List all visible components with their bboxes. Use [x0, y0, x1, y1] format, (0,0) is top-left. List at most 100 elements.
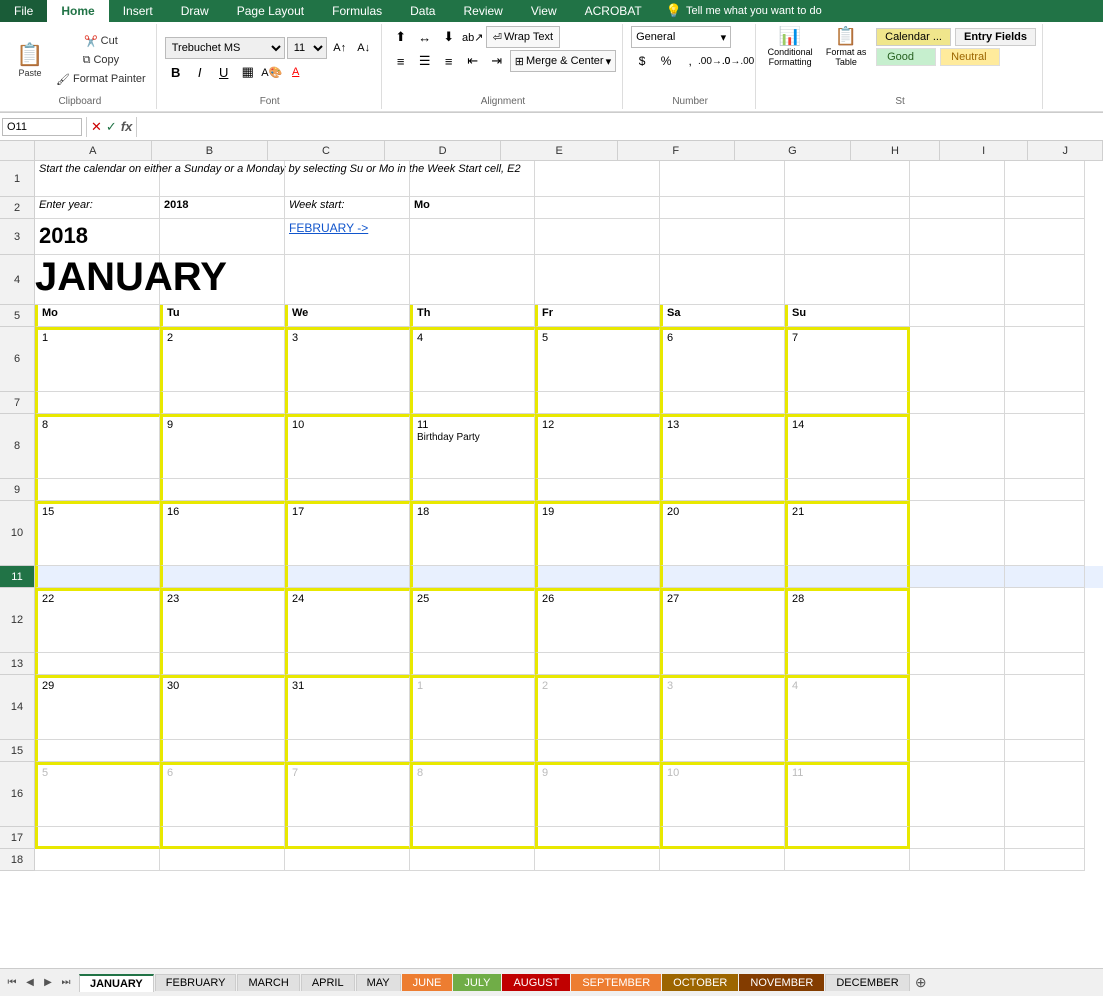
tab-june[interactable]: JUNE [402, 974, 453, 991]
cell-b5[interactable]: Mo [35, 305, 160, 327]
row-num-9[interactable]: 9 [0, 479, 35, 501]
align-right-button[interactable]: ≡ [438, 50, 460, 72]
cell-j15[interactable] [1005, 740, 1085, 762]
cell-i14[interactable] [910, 675, 1005, 740]
cell-h14[interactable]: 4 [785, 675, 910, 740]
cell-c7[interactable] [160, 392, 285, 414]
cell-d12[interactable]: 24 [285, 588, 410, 653]
cell-c10[interactable]: 16 [160, 501, 285, 566]
cell-j7[interactable] [1005, 392, 1085, 414]
cell-g17[interactable] [660, 827, 785, 849]
cell-h18[interactable] [785, 849, 910, 871]
nav-last-arrow[interactable]: ⏭ [58, 975, 74, 991]
cell-i2[interactable] [910, 197, 1005, 219]
cell-d15[interactable] [285, 740, 410, 762]
tab-view[interactable]: View [517, 0, 571, 22]
italic-button[interactable]: I [189, 61, 211, 83]
cell-g8[interactable]: 13 [660, 414, 785, 479]
conditional-formatting-button[interactable]: 📊 Conditional Formatting [764, 26, 816, 67]
cell-j18[interactable] [1005, 849, 1085, 871]
cell-h6[interactable]: 7 [785, 327, 910, 392]
cancel-formula-icon[interactable]: ✕ [91, 119, 102, 135]
row-num-2[interactable]: 2 [0, 197, 35, 219]
cell-i13[interactable] [910, 653, 1005, 675]
cell-i17[interactable] [910, 827, 1005, 849]
add-sheet-button[interactable]: ⊕ [911, 973, 931, 993]
cell-h15[interactable] [785, 740, 910, 762]
cell-h8[interactable]: 14 [785, 414, 910, 479]
cell-f3[interactable] [535, 219, 660, 255]
cell-e8[interactable]: 11Birthday Party [410, 414, 535, 479]
nav-next-arrow[interactable]: ▶ [40, 975, 56, 991]
row-num-4[interactable]: 4 [0, 255, 35, 305]
cell-f5[interactable]: Fr [535, 305, 660, 327]
cell-g9[interactable] [660, 479, 785, 501]
cell-g16[interactable]: 10 [660, 762, 785, 827]
cell-e6[interactable]: 4 [410, 327, 535, 392]
tab-page-layout[interactable]: Page Layout [223, 0, 318, 22]
col-header-f[interactable]: F [618, 141, 735, 161]
cell-i3[interactable] [910, 219, 1005, 255]
row-num-15[interactable]: 15 [0, 740, 35, 762]
cell-ref-input[interactable] [2, 118, 82, 136]
border-button[interactable]: ▦ [237, 61, 259, 83]
cell-c14[interactable]: 30 [160, 675, 285, 740]
cell-c16[interactable]: 6 [160, 762, 285, 827]
cell-c1[interactable] [160, 161, 285, 197]
cell-f2[interactable] [535, 197, 660, 219]
cell-b11[interactable] [35, 566, 160, 588]
cell-d3[interactable]: FEBRUARY -> [285, 219, 410, 255]
tab-january[interactable]: JANUARY [79, 974, 154, 992]
cell-j4[interactable] [1005, 255, 1085, 305]
tab-september[interactable]: SEPTEMBER [571, 974, 661, 991]
tab-acrobat[interactable]: ACROBAT [571, 0, 656, 22]
cell-g12[interactable]: 27 [660, 588, 785, 653]
cell-d5[interactable]: We [285, 305, 410, 327]
tab-august[interactable]: AUGUST [502, 974, 570, 991]
feb-link[interactable]: FEBRUARY -> [289, 221, 368, 235]
align-left-button[interactable]: ≡ [390, 50, 412, 72]
cell-h12[interactable]: 28 [785, 588, 910, 653]
cell-b12[interactable]: 22 [35, 588, 160, 653]
cell-j10[interactable] [1005, 501, 1085, 566]
font-name-select[interactable]: Trebuchet MS [165, 37, 285, 59]
cell-i4[interactable] [910, 255, 1005, 305]
cell-j11[interactable] [1005, 566, 1085, 588]
cell-f6[interactable]: 5 [535, 327, 660, 392]
cell-b14[interactable]: 29 [35, 675, 160, 740]
cell-c8[interactable]: 9 [160, 414, 285, 479]
cell-h17[interactable] [785, 827, 910, 849]
row-num-13[interactable]: 13 [0, 653, 35, 675]
cell-g11[interactable] [660, 566, 785, 588]
cell-e5[interactable]: Th [410, 305, 535, 327]
cell-f10[interactable]: 19 [535, 501, 660, 566]
tab-april[interactable]: APRIL [301, 974, 355, 991]
percent-button[interactable]: % [655, 50, 677, 72]
cell-j9[interactable] [1005, 479, 1085, 501]
cell-e18[interactable] [410, 849, 535, 871]
cell-b13[interactable] [35, 653, 160, 675]
cell-h5[interactable]: Su [785, 305, 910, 327]
cell-j2[interactable] [1005, 197, 1085, 219]
row-num-5[interactable]: 5 [0, 305, 35, 327]
cell-f9[interactable] [535, 479, 660, 501]
bold-button[interactable]: B [165, 61, 187, 83]
cell-g2[interactable] [660, 197, 785, 219]
tab-draw[interactable]: Draw [167, 0, 223, 22]
col-header-e[interactable]: E [501, 141, 618, 161]
row-num-18[interactable]: 18 [0, 849, 35, 871]
font-size-select[interactable]: 11 [287, 37, 327, 59]
confirm-formula-icon[interactable]: ✓ [106, 119, 117, 135]
cell-i1[interactable] [910, 161, 1005, 197]
align-middle-button[interactable]: ↔ [414, 26, 436, 48]
cell-i8[interactable] [910, 414, 1005, 479]
cell-h13[interactable] [785, 653, 910, 675]
cell-e14[interactable]: 1 [410, 675, 535, 740]
cell-j12[interactable] [1005, 588, 1085, 653]
cell-d18[interactable] [285, 849, 410, 871]
copy-button[interactable]: ⧉ Copy [52, 52, 150, 69]
cell-h3[interactable] [785, 219, 910, 255]
underline-button[interactable]: U [213, 61, 235, 83]
decrease-indent-button[interactable]: ⇤ [462, 50, 484, 72]
cell-b18[interactable] [35, 849, 160, 871]
